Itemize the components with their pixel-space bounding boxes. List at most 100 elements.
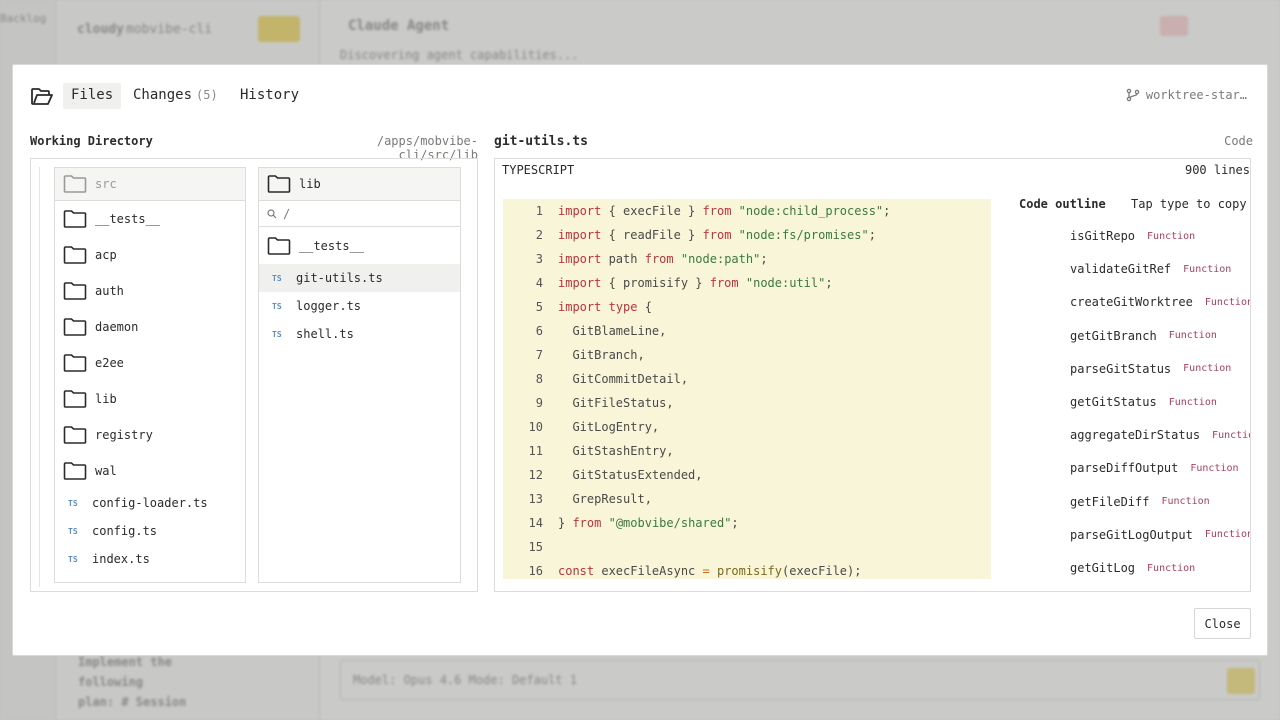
item-label: logger.ts: [296, 299, 362, 313]
tab-changes[interactable]: Changes (5): [125, 83, 226, 109]
item-label: wal: [95, 464, 117, 478]
item-label: auth: [95, 284, 124, 298]
outline-symbol-type[interactable]: Function: [1212, 430, 1250, 441]
code-text: import { promisify } from "node:util";: [558, 276, 833, 290]
folder-icon: [63, 426, 87, 444]
outline-symbol-type[interactable]: Function: [1147, 563, 1195, 574]
outline-item[interactable]: getGitBranch Function: [1070, 326, 1217, 346]
line-number: 7: [535, 348, 543, 362]
file-filter-input[interactable]: /: [259, 201, 460, 227]
code-line: 15: [503, 535, 991, 559]
file-item[interactable]: TS config.ts: [55, 517, 245, 545]
folder-icon: [63, 318, 87, 336]
code-line: 11 GitStashEntry,: [503, 439, 991, 463]
folder-icon: [63, 210, 87, 228]
outline-symbol-type[interactable]: Function: [1147, 231, 1195, 242]
directory-column-src: src __tests__acp auth daemon e2ee lib registr…: [54, 167, 246, 583]
folder-icon: [63, 282, 87, 300]
code-line: 8 GitCommitDetail,: [503, 367, 991, 391]
code-outline-title: Code outline: [1019, 197, 1106, 211]
branch-indicator[interactable]: worktree-star…: [1126, 88, 1247, 102]
typescript-file-icon: TS: [68, 554, 78, 564]
line-count: 900 lines: [1184, 163, 1250, 177]
typescript-file-icon: TS: [272, 301, 282, 311]
code-outline-hint: Tap type to copy: [1131, 197, 1247, 211]
code-text: import { readFile } from "node:fs/promis…: [558, 228, 876, 242]
folder-item[interactable]: e2ee: [55, 345, 245, 381]
file-filter-value: /: [283, 206, 291, 221]
search-icon: [267, 208, 277, 218]
file-item[interactable]: TS git-utils.ts: [259, 264, 460, 292]
tab-history[interactable]: History: [232, 83, 307, 109]
column-header-src[interactable]: src: [55, 168, 245, 201]
code-text: GitBlameLine,: [558, 324, 667, 338]
outline-item[interactable]: getGitLog Function: [1070, 558, 1195, 578]
branch-name: worktree-star…: [1145, 88, 1247, 102]
outline-symbol-type[interactable]: Function: [1205, 529, 1250, 540]
item-label: daemon: [95, 320, 139, 334]
view-mode-label[interactable]: Code: [1224, 134, 1253, 148]
outline-symbol-type[interactable]: Function: [1190, 463, 1238, 474]
line-number: 13: [528, 492, 543, 506]
folder-icon: [63, 462, 87, 480]
folder-icon: [267, 237, 291, 255]
code-text: GitFileStatus,: [558, 396, 674, 410]
code-view[interactable]: 1 import { execFile } from "node:child_pr…: [503, 199, 991, 579]
outline-item[interactable]: isGitRepo Function: [1070, 226, 1195, 246]
line-number: 11: [528, 444, 543, 458]
code-text: import path from "node:path";: [558, 252, 768, 266]
tab-history-label: History: [240, 87, 300, 103]
directory-column-lib: lib / __tests__ TS git-utils.ts TS logger.ts…: [258, 167, 461, 583]
outline-item[interactable]: validateGitRef Function: [1070, 259, 1231, 279]
file-item[interactable]: TS shell.ts: [259, 320, 460, 348]
outline-item[interactable]: parseGitStatus Function: [1070, 359, 1231, 379]
outline-item[interactable]: getGitStatus Function: [1070, 392, 1217, 412]
tab-files[interactable]: Files: [63, 83, 122, 109]
item-label: acp: [95, 248, 117, 262]
line-number: 12: [528, 468, 543, 482]
item-label: index.ts: [92, 552, 150, 566]
outline-item[interactable]: getFileDiff Function: [1070, 492, 1210, 512]
code-line: 16 const execFileAsync = promisify(execFi…: [503, 559, 991, 579]
folder-item[interactable]: daemon: [55, 309, 245, 345]
folder-item[interactable]: lib: [55, 381, 245, 417]
folder-item[interactable]: __tests__: [259, 228, 460, 264]
item-label: __tests__: [299, 239, 365, 253]
folder-open-icon: [31, 88, 53, 105]
line-number: 16: [528, 564, 543, 578]
directory-browser: src __tests__ acp auth daemon e2ee lib registr…: [30, 158, 478, 592]
column-header-lib[interactable]: lib: [259, 168, 460, 201]
outline-symbol-type[interactable]: Function: [1183, 264, 1231, 275]
outline-symbol-type[interactable]: Function: [1169, 397, 1217, 408]
line-number: 10: [528, 420, 543, 434]
outline-item[interactable]: parseGitLogOutput Function: [1070, 525, 1250, 545]
file-item[interactable]: TS config-loader.ts: [55, 489, 245, 517]
outline-symbol-name: getFileDiff: [1070, 494, 1150, 509]
file-item[interactable]: TS index.ts: [55, 545, 245, 573]
outline-symbol-type[interactable]: Function: [1169, 330, 1217, 341]
code-line: 14} from "@mobvibe/shared";: [503, 511, 991, 535]
outline-item[interactable]: aggregateDirStatus Function: [1070, 425, 1250, 445]
line-number: 4: [535, 276, 543, 290]
code-line: 6 GitBlameLine,: [503, 319, 991, 343]
folder-item[interactable]: wal: [55, 453, 245, 489]
outline-symbol-type[interactable]: Function: [1161, 496, 1209, 507]
code-text: } from "@mobvibe/shared";: [558, 516, 739, 530]
folder-item[interactable]: __tests__: [55, 201, 245, 237]
file-item[interactable]: TS logger.ts: [259, 292, 460, 320]
outline-symbol-name: isGitRepo: [1070, 229, 1136, 243]
outline-item[interactable]: parseDiffOutput Function: [1070, 458, 1239, 478]
outline-symbol-type[interactable]: Function: [1183, 363, 1231, 374]
folder-icon: [63, 390, 87, 408]
parent-column-stub: [39, 167, 40, 587]
code-text: GitStatusExtended,: [558, 468, 703, 482]
outline-item[interactable]: createGitWorktree Function: [1070, 292, 1250, 312]
code-line: 4 import { promisify } from "node:util";: [503, 271, 991, 295]
close-button[interactable]: Close: [1194, 608, 1251, 639]
outline-symbol-type[interactable]: Function: [1205, 297, 1250, 308]
folder-item[interactable]: registry: [55, 417, 245, 453]
code-line: 5 import type {: [503, 295, 991, 319]
folder-item[interactable]: auth: [55, 273, 245, 309]
folder-item[interactable]: acp: [55, 237, 245, 273]
line-number: 5: [535, 300, 543, 314]
